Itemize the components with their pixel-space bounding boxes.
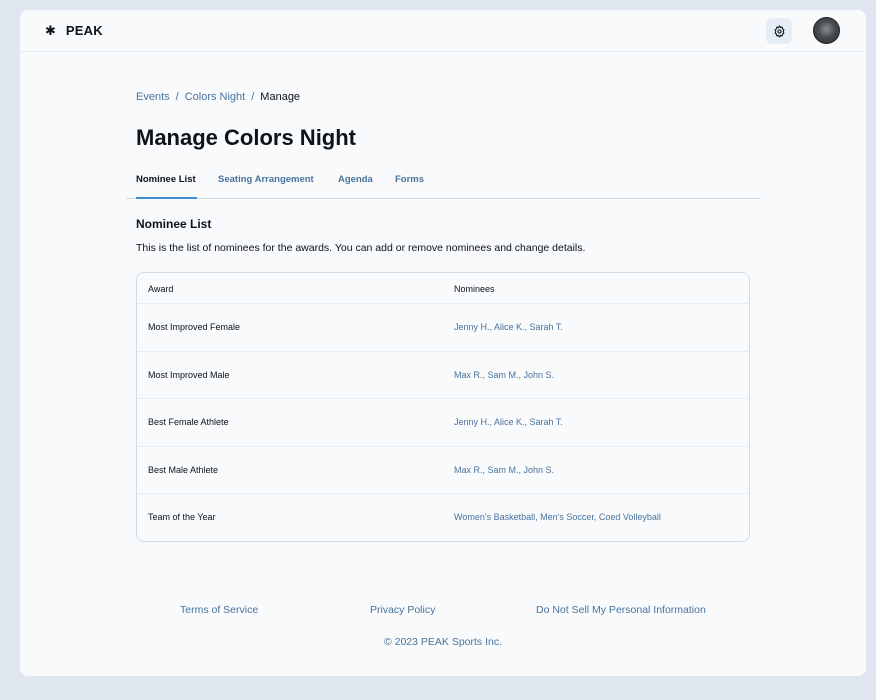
nominees-cell[interactable]: Max R., Sam M., John S. xyxy=(454,370,554,380)
nominees-cell[interactable]: Jenny H., Alice K., Sarah T. xyxy=(454,417,563,427)
table-header: Award Nominees xyxy=(137,273,749,304)
tab-nominee-list[interactable]: Nominee List xyxy=(136,174,197,199)
top-bar: ✱ PEAK xyxy=(20,10,866,52)
nominees-cell[interactable]: Jenny H., Alice K., Sarah T. xyxy=(454,322,563,332)
copyright: © 2023 PEAK Sports Inc. xyxy=(383,636,503,648)
breadcrumb-colors-night[interactable]: Colors Night xyxy=(185,91,246,103)
table-row[interactable]: Best Female Athlete Jenny H., Alice K., … xyxy=(137,399,749,447)
table-row[interactable]: Most Improved Female Jenny H., Alice K.,… xyxy=(137,304,749,352)
do-not-sell-link[interactable]: Do Not Sell My Personal Information xyxy=(536,604,706,616)
terms-of-service-link[interactable]: Terms of Service xyxy=(180,604,258,616)
logo[interactable]: ✱ PEAK xyxy=(45,23,103,38)
column-header-award: Award xyxy=(148,284,174,294)
table-row[interactable]: Best Male Athlete Max R., Sam M., John S… xyxy=(137,447,749,495)
privacy-policy-link[interactable]: Privacy Policy xyxy=(370,604,435,616)
breadcrumb-separator: / xyxy=(175,91,179,103)
table-row[interactable]: Team of the Year Women's Basketball, Men… xyxy=(137,494,749,541)
tab-forms[interactable]: Forms xyxy=(395,174,424,199)
brand-name: PEAK xyxy=(65,23,103,38)
table-row[interactable]: Most Improved Male Max R., Sam M., John … xyxy=(137,352,749,400)
settings-button[interactable] xyxy=(766,18,792,44)
award-cell: Most Improved Female xyxy=(148,322,241,332)
logo-icon: ✱ xyxy=(45,22,56,38)
section-description: This is the list of nominees for the awa… xyxy=(136,242,586,254)
section-title: Nominee List xyxy=(136,217,212,231)
breadcrumb-events[interactable]: Events xyxy=(136,91,170,103)
column-header-nominees: Nominees xyxy=(454,284,495,294)
award-cell: Best Male Athlete xyxy=(148,464,219,475)
award-cell: Best Female Athlete xyxy=(148,417,229,428)
breadcrumb-current: Manage xyxy=(260,91,301,103)
breadcrumb: Events / Colors Night / Manage xyxy=(136,91,300,103)
avatar[interactable] xyxy=(813,17,840,44)
gear-icon xyxy=(774,24,784,38)
tab-seating-arrangement[interactable]: Seating Arrangement xyxy=(218,174,314,199)
page-title: Manage Colors Night xyxy=(136,125,357,150)
tab-bar: Nominee List Seating Arrangement Agenda … xyxy=(126,174,761,199)
award-cell: Team of the Year xyxy=(148,512,216,523)
breadcrumb-separator: / xyxy=(251,91,255,103)
nominees-cell[interactable]: Women's Basketball, Men's Soccer, Coed V… xyxy=(454,512,661,522)
app-window: ✱ PEAK Events / Colors Night / Manage Ma… xyxy=(20,10,866,676)
nominees-cell[interactable]: Max R., Sam M., John S. xyxy=(454,465,554,475)
nominee-table: Award Nominees Most Improved Female Jenn… xyxy=(136,272,750,542)
tab-agenda[interactable]: Agenda xyxy=(338,174,373,199)
award-cell: Most Improved Male xyxy=(148,369,230,380)
